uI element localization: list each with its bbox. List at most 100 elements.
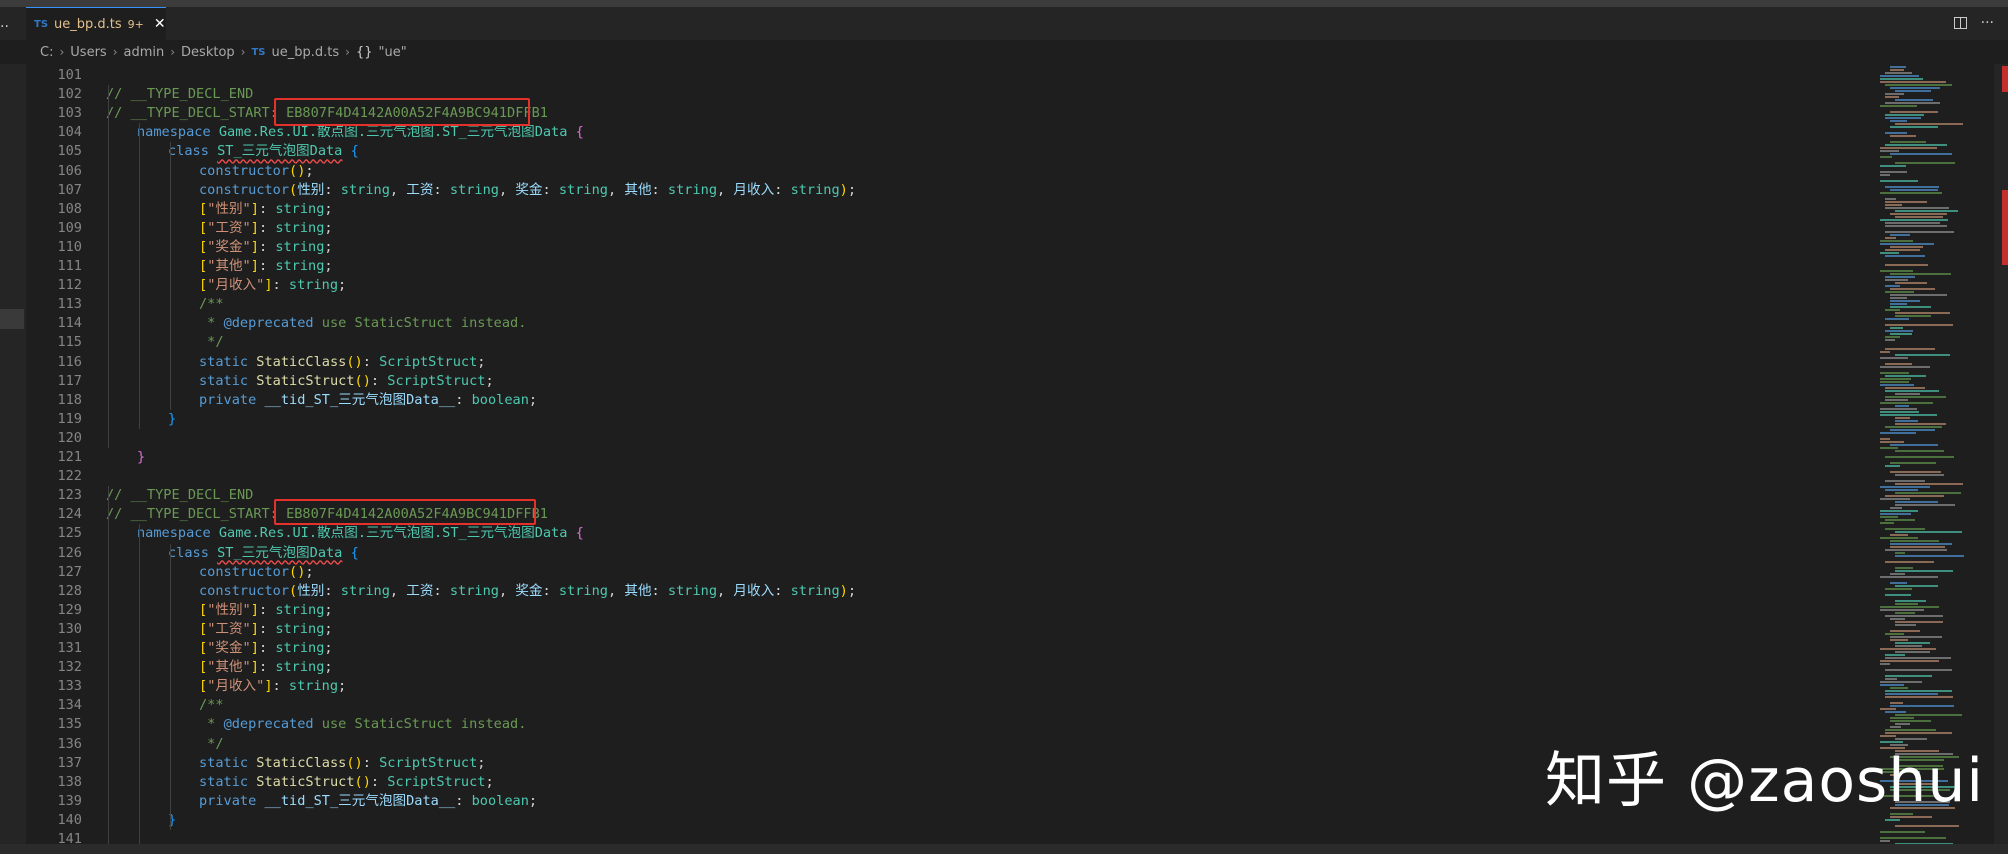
code-text: ["性别"]: string; bbox=[199, 601, 333, 620]
code-token: ; bbox=[324, 659, 333, 676]
breadcrumb-item[interactable]: Users bbox=[70, 45, 106, 60]
breadcrumb-item[interactable]: Desktop bbox=[181, 45, 235, 60]
code-line[interactable]: 111 ["其他"]: string; bbox=[26, 257, 1866, 276]
code-token: ; bbox=[305, 563, 314, 580]
code-line[interactable]: 132 ["其他"]: string; bbox=[26, 658, 1866, 677]
code-line[interactable]: 121} bbox=[26, 448, 1866, 467]
minimap-line bbox=[1890, 297, 1907, 299]
code-token: * bbox=[199, 315, 224, 332]
tab-ue-bp-d-ts[interactable]: TS ue_bp.d.ts 9+ ✕ bbox=[26, 7, 166, 40]
code-line[interactable]: 130 ["工资"]: string; bbox=[26, 620, 1866, 639]
code-line[interactable]: 125 namespace Game.Res.UI.散点图.三元气泡图.ST_三元… bbox=[26, 524, 1866, 543]
code-token: [ bbox=[199, 258, 208, 274]
code-line[interactable]: 126 class ST_三元气泡图Data { bbox=[26, 544, 1866, 563]
code-token: StaticClass bbox=[256, 754, 347, 771]
code-token: ] bbox=[264, 277, 273, 294]
code-line[interactable]: 113 /** bbox=[26, 295, 1866, 314]
minimap-line bbox=[1895, 90, 1931, 92]
code-line[interactable]: 120 bbox=[26, 429, 1866, 448]
minimap-line bbox=[1885, 84, 1952, 86]
code-token: string bbox=[275, 620, 325, 637]
code-line[interactable]: 106 constructor(); bbox=[26, 162, 1866, 181]
code-editor[interactable]: 101 102 // __TYPE_DECL_END 103 // __TYPE_DEC… bbox=[26, 64, 1876, 844]
minimap-line bbox=[1890, 135, 1916, 137]
breadcrumb-item[interactable]: C: bbox=[40, 45, 53, 60]
minimap-line bbox=[1890, 294, 1947, 296]
code-token: "工资" bbox=[207, 620, 251, 637]
code-line[interactable]: 119} bbox=[26, 410, 1866, 429]
line-number: 122 bbox=[57, 468, 82, 485]
code-token: static bbox=[199, 773, 257, 790]
code-line[interactable]: 141 bbox=[26, 830, 1866, 844]
code-token: : bbox=[258, 601, 276, 618]
minimap-line bbox=[1880, 378, 1911, 380]
code-line[interactable]: 115 */ bbox=[26, 333, 1866, 352]
code-line[interactable]: 122 bbox=[26, 467, 1866, 486]
minimap-line bbox=[1885, 309, 1900, 311]
minimap-line bbox=[1895, 99, 1933, 101]
code-line[interactable]: 131 ["奖金"]: string; bbox=[26, 639, 1866, 658]
code-line[interactable]: 104 namespace Game.Res.UI.散点图.三元气泡图.ST_三元… bbox=[26, 123, 1866, 142]
code-token: : bbox=[258, 238, 276, 255]
code-line[interactable]: 118 private __tid_ST_三元气泡图Data__: boolean… bbox=[26, 391, 1866, 410]
code-token: string bbox=[340, 582, 390, 599]
breadcrumb-item[interactable]: admin bbox=[124, 45, 165, 60]
more-actions-icon[interactable]: ·· bbox=[0, 19, 9, 35]
indent-guide bbox=[139, 524, 140, 844]
code-text: class ST_三元气泡图Data { bbox=[168, 544, 359, 563]
horizontal-scrollbar[interactable] bbox=[0, 844, 2008, 854]
code-token: ; bbox=[324, 620, 333, 637]
code-token: */ bbox=[199, 735, 224, 752]
code-line[interactable]: 128 constructor(性别: string, 工资: string, 奖… bbox=[26, 582, 1866, 601]
minimap-line bbox=[1890, 618, 1905, 620]
code-token: // __TYPE_DECL_END bbox=[106, 487, 254, 504]
minimap-line bbox=[1895, 570, 1953, 572]
minimap-line bbox=[1885, 654, 1905, 656]
code-line[interactable]: 101 bbox=[26, 66, 1866, 85]
code-token: ) bbox=[839, 181, 848, 198]
code-token: constructor bbox=[199, 181, 290, 198]
breadcrumb-item[interactable]: "ue" bbox=[379, 45, 407, 60]
line-number: 134 bbox=[57, 697, 82, 714]
minimap-line bbox=[1890, 702, 1903, 704]
code-line[interactable]: 133 ["月收入"]: string; bbox=[26, 677, 1866, 696]
minimap-line bbox=[1885, 549, 1947, 551]
minimap-line bbox=[1880, 270, 1913, 272]
close-icon[interactable]: ✕ bbox=[154, 16, 166, 32]
minimap-line bbox=[1885, 489, 1918, 491]
code-line[interactable]: 108 ["性别"]: string; bbox=[26, 200, 1866, 219]
tab-actions: ··· bbox=[1953, 15, 1994, 31]
minimap-line bbox=[1885, 387, 1925, 389]
code-line[interactable]: 105 class ST_三元气泡图Data { bbox=[26, 142, 1866, 161]
code-line[interactable]: 127 constructor(); bbox=[26, 563, 1866, 582]
code-token: string bbox=[449, 181, 499, 198]
code-line[interactable]: 112 ["月收入"]: string; bbox=[26, 276, 1866, 295]
minimap-line bbox=[1895, 504, 1955, 506]
minimap-line bbox=[1885, 588, 1912, 590]
code-token: string bbox=[449, 582, 499, 599]
chevron-right-icon: › bbox=[59, 45, 65, 59]
minimap-line bbox=[1880, 432, 1916, 434]
code-line[interactable]: 114 * @deprecated use StaticStruct inste… bbox=[26, 314, 1866, 333]
split-editor-icon[interactable] bbox=[1953, 17, 1967, 29]
code-line[interactable]: 116 static StaticClass(): ScriptStruct; bbox=[26, 353, 1866, 372]
code-line[interactable]: 107 constructor(性别: string, 工资: string, 奖… bbox=[26, 181, 1866, 200]
chevron-right-icon: › bbox=[170, 45, 176, 59]
minimap-line bbox=[1895, 423, 1946, 425]
code-token: () bbox=[346, 754, 363, 771]
code-token: __tid_ST_三元气泡图Data__ bbox=[264, 391, 456, 408]
code-line[interactable]: 109 ["工资"]: string; bbox=[26, 219, 1866, 238]
code-line[interactable]: 110 ["奖金"]: string; bbox=[26, 238, 1866, 257]
breadcrumb-item[interactable]: ue_bp.d.ts bbox=[272, 45, 340, 60]
code-line[interactable]: 129 ["性别"]: string; bbox=[26, 601, 1866, 620]
code-line[interactable]: 117 static StaticStruct(): ScriptStruct; bbox=[26, 372, 1866, 391]
line-number: 118 bbox=[57, 391, 82, 408]
indent-guide bbox=[170, 543, 171, 830]
code-line[interactable]: 134 /** bbox=[26, 696, 1866, 715]
code-token: ; bbox=[324, 601, 333, 618]
code-token: ; bbox=[528, 792, 538, 809]
more-icon[interactable]: ··· bbox=[1981, 15, 1994, 31]
vertical-scrollbar[interactable] bbox=[1994, 64, 2008, 854]
minimap-line bbox=[1880, 447, 1898, 449]
minimap-line bbox=[1880, 663, 1890, 665]
